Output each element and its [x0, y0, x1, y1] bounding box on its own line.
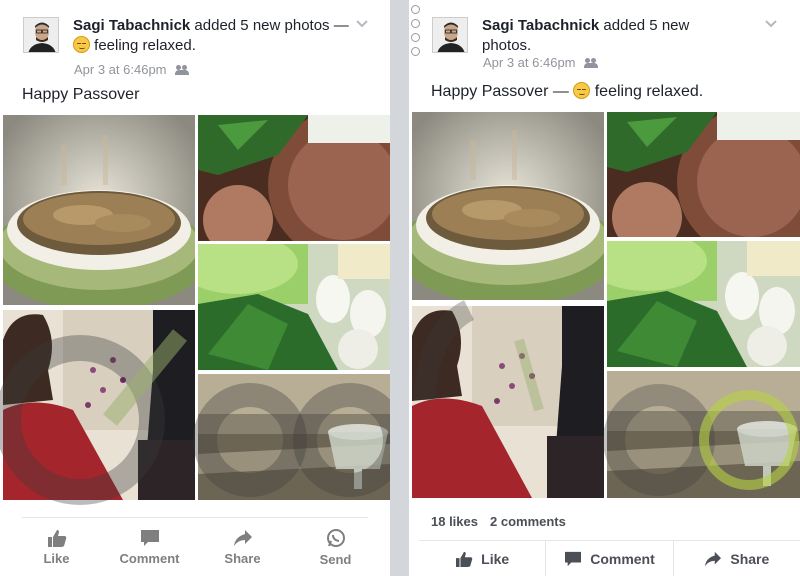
photo-seder-people[interactable] — [3, 310, 195, 500]
photo-table-glass[interactable] — [198, 374, 390, 500]
relaxed-emoji-icon — [573, 82, 591, 99]
comment-button[interactable]: Comment — [546, 541, 674, 576]
right-action-bar: Like Comment Share — [419, 540, 800, 576]
binder-hole — [411, 19, 420, 28]
share-icon — [233, 529, 252, 546]
share-button[interactable]: Share — [196, 522, 289, 572]
binder-hole — [411, 5, 420, 14]
binder-hole — [411, 47, 420, 56]
relaxed-emoji-icon — [73, 36, 90, 53]
share-label: Share — [224, 550, 261, 566]
status-prefix: Happy Passover — — [431, 83, 574, 100]
post-timestamp[interactable]: Apr 3 at 6:46pm — [483, 55, 576, 70]
comment-icon — [140, 529, 159, 546]
likes-count[interactable]: 18 likes — [431, 514, 478, 529]
post-timestamp[interactable]: Apr 3 at 6:46pm — [74, 62, 167, 77]
post-status-text: Happy Passover — [22, 86, 140, 103]
comment-label: Comment — [119, 550, 180, 566]
thumbs-up-icon — [47, 529, 66, 547]
post-status-text: Happy Passover — feeling relaxed. — [431, 82, 703, 101]
photo-seder-people[interactable] — [412, 306, 604, 498]
post-header: Sagi Tabachnick added 5 new photos — fee… — [73, 16, 353, 56]
comments-count[interactable]: 2 comments — [490, 514, 566, 529]
send-button[interactable]: Send — [289, 522, 382, 572]
thumbs-up-icon — [456, 551, 473, 567]
comment-label: Comment — [590, 550, 655, 567]
photo-matzo-farfel[interactable] — [412, 112, 604, 300]
post-action-text: added 5 new photos — — [190, 17, 349, 34]
author-name[interactable]: Sagi Tabachnick — [73, 17, 190, 34]
share-label: Share — [730, 550, 770, 567]
like-label: Like — [43, 550, 70, 566]
send-label: Send — [319, 551, 352, 567]
right-post-card: Sagi Tabachnick added 5 new photos. Apr … — [409, 0, 800, 576]
photo-parsley-eggs[interactable] — [607, 241, 800, 367]
comment-icon — [565, 551, 582, 566]
friends-audience-icon[interactable] — [174, 64, 189, 75]
author-avatar[interactable] — [432, 17, 468, 53]
binder-hole — [411, 33, 420, 42]
photo-seder-plate[interactable] — [607, 112, 800, 237]
share-icon — [705, 551, 722, 566]
photo-seder-plate[interactable] — [198, 115, 390, 241]
feeling-text: feeling relaxed. — [590, 83, 704, 100]
post-menu-chevron-icon[interactable] — [356, 20, 368, 28]
left-post-card: Sagi Tabachnick added 5 new photos — fee… — [0, 0, 390, 576]
share-button[interactable]: Share — [674, 541, 800, 576]
post-timestamp-row: Apr 3 at 6:46pm — [74, 62, 189, 77]
like-label: Like — [481, 550, 510, 567]
friends-audience-icon[interactable] — [583, 57, 598, 68]
action-divider — [22, 517, 368, 518]
photo-parsley-eggs[interactable] — [198, 244, 390, 370]
like-button[interactable]: Like — [10, 522, 103, 572]
post-header: Sagi Tabachnick added 5 new photos. — [482, 16, 722, 56]
feeling-text: feeling relaxed. — [90, 37, 196, 54]
photo-matzo-farfel[interactable] — [3, 115, 195, 305]
like-button[interactable]: Like — [419, 541, 547, 576]
left-action-bar: Like Comment Share Send — [10, 522, 382, 572]
photo-table-glass[interactable] — [607, 371, 800, 498]
author-avatar[interactable] — [23, 17, 59, 53]
post-timestamp-row: Apr 3 at 6:46pm — [483, 55, 598, 70]
author-name[interactable]: Sagi Tabachnick — [482, 17, 599, 34]
comment-button[interactable]: Comment — [103, 522, 196, 572]
reaction-stats: 18 likes 2 comments — [431, 514, 566, 529]
post-menu-chevron-icon[interactable] — [765, 20, 777, 28]
whatsapp-icon — [326, 528, 345, 547]
